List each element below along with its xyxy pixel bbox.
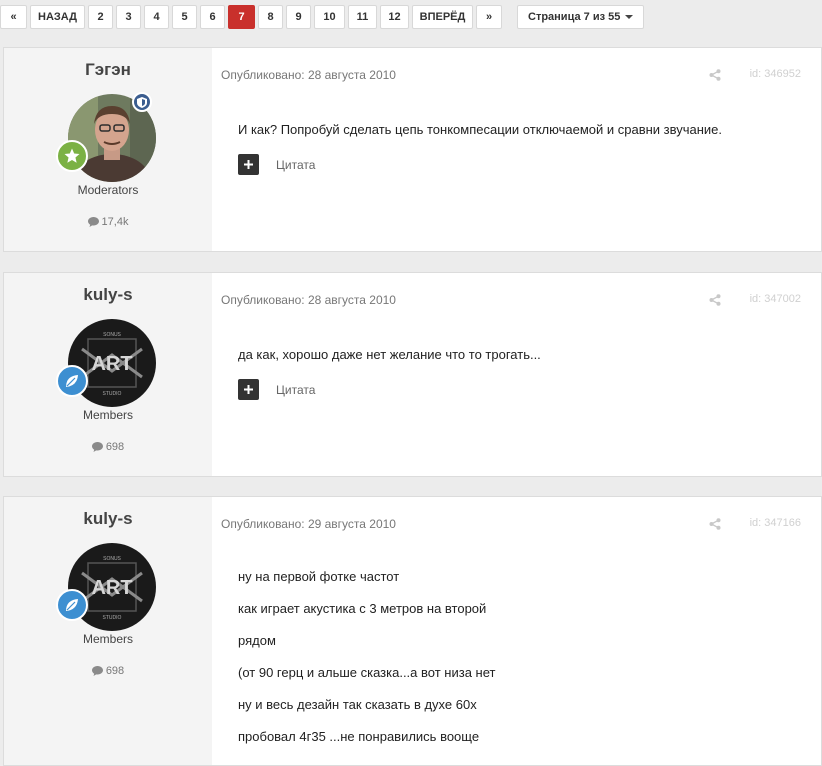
post-id: id: 346952 <box>749 68 801 80</box>
page-5-button[interactable]: 5 <box>172 4 197 29</box>
post: Гэгэн Moderators 17,4k Опубликовано: 28 … <box>3 47 822 252</box>
shield-icon <box>132 92 152 112</box>
page-jump-label: Страница 7 из 55 <box>528 10 621 23</box>
post-text-line: как играет акустика с 3 метров на второй <box>238 601 487 616</box>
author-panel: Гэгэн Moderators 17,4k <box>4 48 212 251</box>
author-name[interactable]: Гэгэн <box>4 60 212 80</box>
first-page-button[interactable]: « <box>0 4 27 29</box>
page-12-button[interactable]: 12 <box>380 4 409 29</box>
page-2-button[interactable]: 2 <box>88 4 113 29</box>
avatar-text-sonus: SONUS <box>103 332 121 338</box>
post-count-value: 17,4k <box>101 216 129 228</box>
quote-button[interactable]: Цитата <box>276 158 315 172</box>
post-count: 17,4k <box>4 216 212 228</box>
next-page-button[interactable]: ВПЕРЁД <box>412 4 473 29</box>
post-text-line: ну на первой фотке частот <box>238 569 400 584</box>
plus-icon <box>244 160 253 169</box>
last-page-button[interactable]: » <box>476 4 502 29</box>
quote-action: Цитата <box>238 154 315 175</box>
page-6-button[interactable]: 6 <box>200 4 225 29</box>
post: kuly-s SONUS ART STUDIO Members 698 Опуб… <box>3 496 822 766</box>
post-text-line: ну и весь дезайн так сказать в духе 60х <box>238 697 477 712</box>
avatar-text-art: ART <box>91 577 132 599</box>
quote-button[interactable]: Цитата <box>276 383 315 397</box>
page-jump-dropdown[interactable]: Страница 7 из 55 <box>517 4 645 29</box>
quote-action: Цитата <box>238 379 315 400</box>
post-count-value: 698 <box>105 665 125 677</box>
post-text-line: пробовал 4г35 ...не понравились вооще <box>238 729 480 744</box>
page-8-button[interactable]: 8 <box>258 4 283 29</box>
share-icon[interactable] <box>709 517 721 535</box>
page-9-button[interactable]: 9 <box>286 4 311 29</box>
post-date[interactable]: Опубликовано: 28 августа 2010 <box>221 68 396 82</box>
avatar-text-sonus: SONUS <box>103 556 121 562</box>
post-content: И как? Попробуй сделать цепь тонкомпесац… <box>238 122 801 138</box>
prev-page-button[interactable]: НАЗАД <box>30 4 85 29</box>
caret-down-icon <box>625 14 634 19</box>
post-text-line: (от 90 герц и альше сказка...а вот низа … <box>238 665 496 680</box>
post-count: 698 <box>4 665 212 677</box>
rank-star-icon <box>56 140 88 172</box>
author-panel: kuly-s SONUS ART STUDIO Members 698 <box>4 273 212 476</box>
post: kuly-s SONUS ART STUDIO Members 698 Опуб… <box>3 272 822 477</box>
author-name[interactable]: kuly-s <box>4 509 212 529</box>
post-content: да как, хорошо даже нет желание что то т… <box>238 347 801 363</box>
avatar-text-studio: STUDIO <box>103 391 122 397</box>
post-date[interactable]: Опубликовано: 28 августа 2010 <box>221 293 396 307</box>
post-text-line: да как, хорошо даже нет желание что то т… <box>238 347 541 362</box>
current-page-button[interactable]: 7 <box>228 4 255 29</box>
post-count-value: 698 <box>105 441 125 453</box>
post-date[interactable]: Опубликовано: 29 августа 2010 <box>221 517 396 531</box>
post-id: id: 347166 <box>749 517 801 529</box>
post-text-line: И как? Попробуй сделать цепь тонкомпесац… <box>238 122 723 137</box>
author-group: Members <box>82 408 133 422</box>
rank-leaf-icon <box>56 365 88 397</box>
share-icon[interactable] <box>709 293 721 311</box>
post-id: id: 347002 <box>749 293 801 305</box>
avatar-text-studio: STUDIO <box>103 615 122 621</box>
author-group: Moderators <box>77 183 139 197</box>
multiquote-plus-button[interactable] <box>238 379 259 400</box>
post-text-line: рядом <box>238 633 276 648</box>
comment-icon <box>87 217 99 227</box>
page-3-button[interactable]: 3 <box>116 4 141 29</box>
post-content: ну на первой фотке частот как играет аку… <box>238 569 801 745</box>
comment-icon <box>91 442 103 452</box>
plus-icon <box>244 385 253 394</box>
page-11-button[interactable]: 11 <box>348 4 377 29</box>
post-count: 698 <box>4 441 212 453</box>
author-name[interactable]: kuly-s <box>4 285 212 305</box>
pagination: « НАЗАД 2 3 4 5 6 7 8 9 10 11 12 ВПЕРЁД … <box>0 4 647 29</box>
page-10-button[interactable]: 10 <box>314 4 345 29</box>
multiquote-plus-button[interactable] <box>238 154 259 175</box>
page-4-button[interactable]: 4 <box>144 4 169 29</box>
avatar-text-art: ART <box>91 353 132 375</box>
rank-leaf-icon <box>56 589 88 621</box>
author-panel: kuly-s SONUS ART STUDIO Members 698 <box>4 497 212 765</box>
author-group: Members <box>82 632 133 646</box>
share-icon[interactable] <box>709 68 721 86</box>
comment-icon <box>91 666 103 676</box>
